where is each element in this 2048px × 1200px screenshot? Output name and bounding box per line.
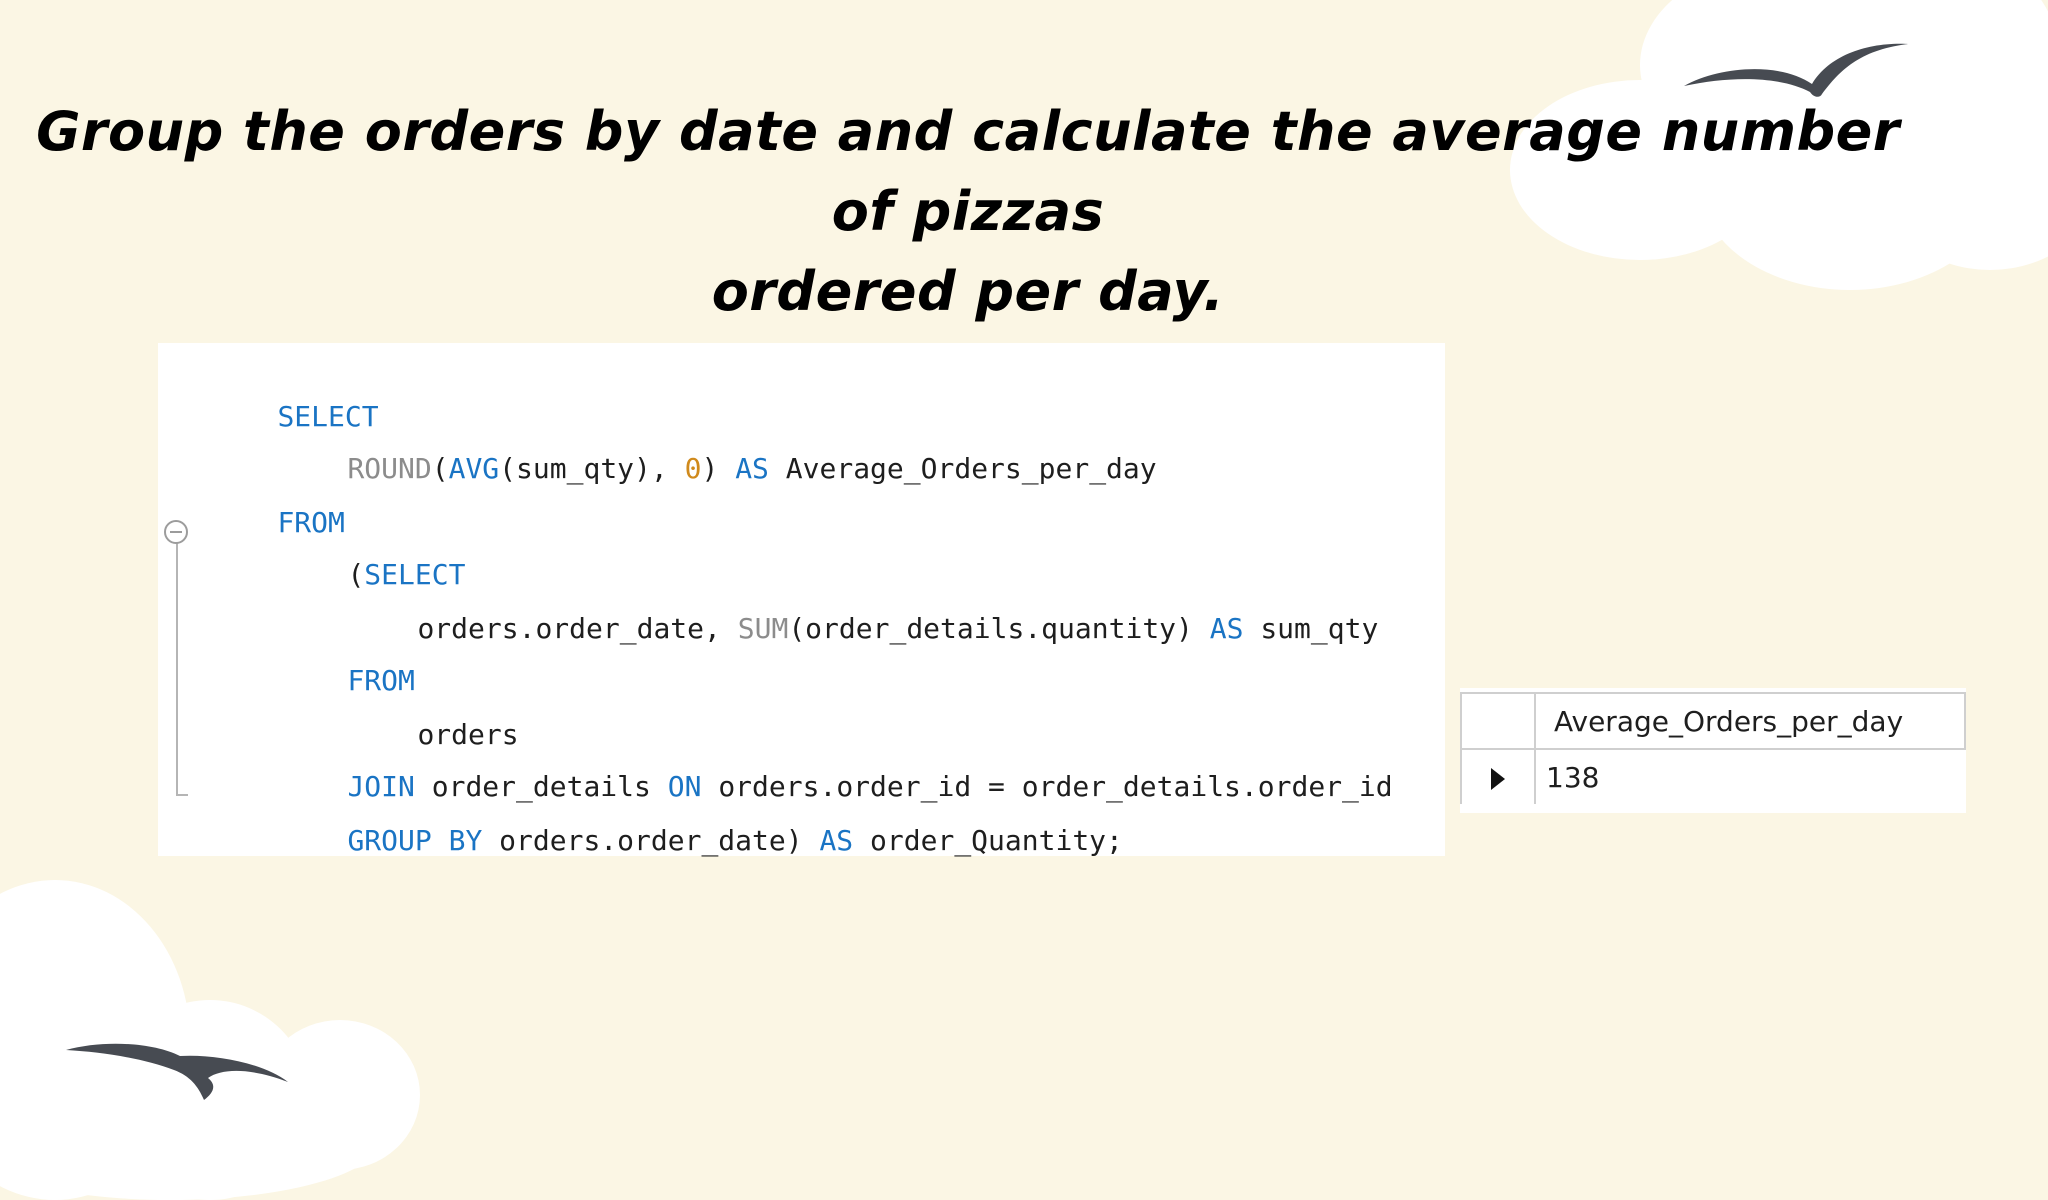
code-function: SUM <box>737 612 789 645</box>
code-line-9: GROUP BY orders.order_date) AS order_Qua… <box>280 781 1123 901</box>
seagull-icon-bottom <box>66 1043 288 1100</box>
title-line-2: ordered per day. <box>711 260 1225 323</box>
code-text: orders.order_date, <box>417 612 738 645</box>
column-header-average-orders[interactable]: Average_Orders_per_day <box>1534 692 1966 750</box>
result-grid-panel: Average_Orders_per_day 138 <box>1460 688 1966 813</box>
code-text: ) <box>701 452 736 485</box>
code-text: (order_details.quantity) <box>788 612 1210 645</box>
code-text: sum_qty <box>1243 612 1379 645</box>
code-keyword: AS <box>819 824 854 857</box>
code-function: ROUND <box>347 452 432 485</box>
code-keyword: AS <box>735 452 769 485</box>
grid-corner-cell[interactable] <box>1460 692 1536 750</box>
fold-guide-line <box>176 535 188 796</box>
result-grid: Average_Orders_per_day 138 <box>1460 692 1966 804</box>
code-text: ( <box>431 452 449 485</box>
title-line-1: Group the orders by date and calculate t… <box>36 100 1900 243</box>
result-header-row: Average_Orders_per_day <box>1460 692 1966 750</box>
code-text: order_Quantity; <box>853 824 1123 857</box>
code-text: Average_Orders_per_day <box>768 452 1157 485</box>
result-value-cell[interactable]: 138 <box>1535 749 1965 804</box>
page-title: Group the orders by date and calculate t… <box>0 92 1936 332</box>
row-header-cell[interactable] <box>1460 749 1536 804</box>
code-keyword: AVG <box>448 452 500 485</box>
table-row[interactable]: 138 <box>1460 749 1965 804</box>
code-line-5: orders.order_date, SUM(order_details.qua… <box>350 569 1378 689</box>
row-pointer-icon <box>1491 767 1505 790</box>
code-text: (sum_qty), <box>499 452 685 485</box>
sql-code-panel: SELECT ROUND(AVG(sum_qty), 0) AS Average… <box>158 343 1445 857</box>
code-number: 0 <box>684 452 702 485</box>
collapse-minus-icon[interactable] <box>164 520 188 544</box>
code-text: orders.order_date) <box>482 824 820 857</box>
code-keyword: AS <box>1209 612 1244 645</box>
code-line-2: ROUND(AVG(sum_qty), 0) AS Average_Orders… <box>280 409 1157 529</box>
code-keyword: GROUP BY <box>347 824 483 857</box>
seagull-icon-top <box>1684 43 1908 97</box>
